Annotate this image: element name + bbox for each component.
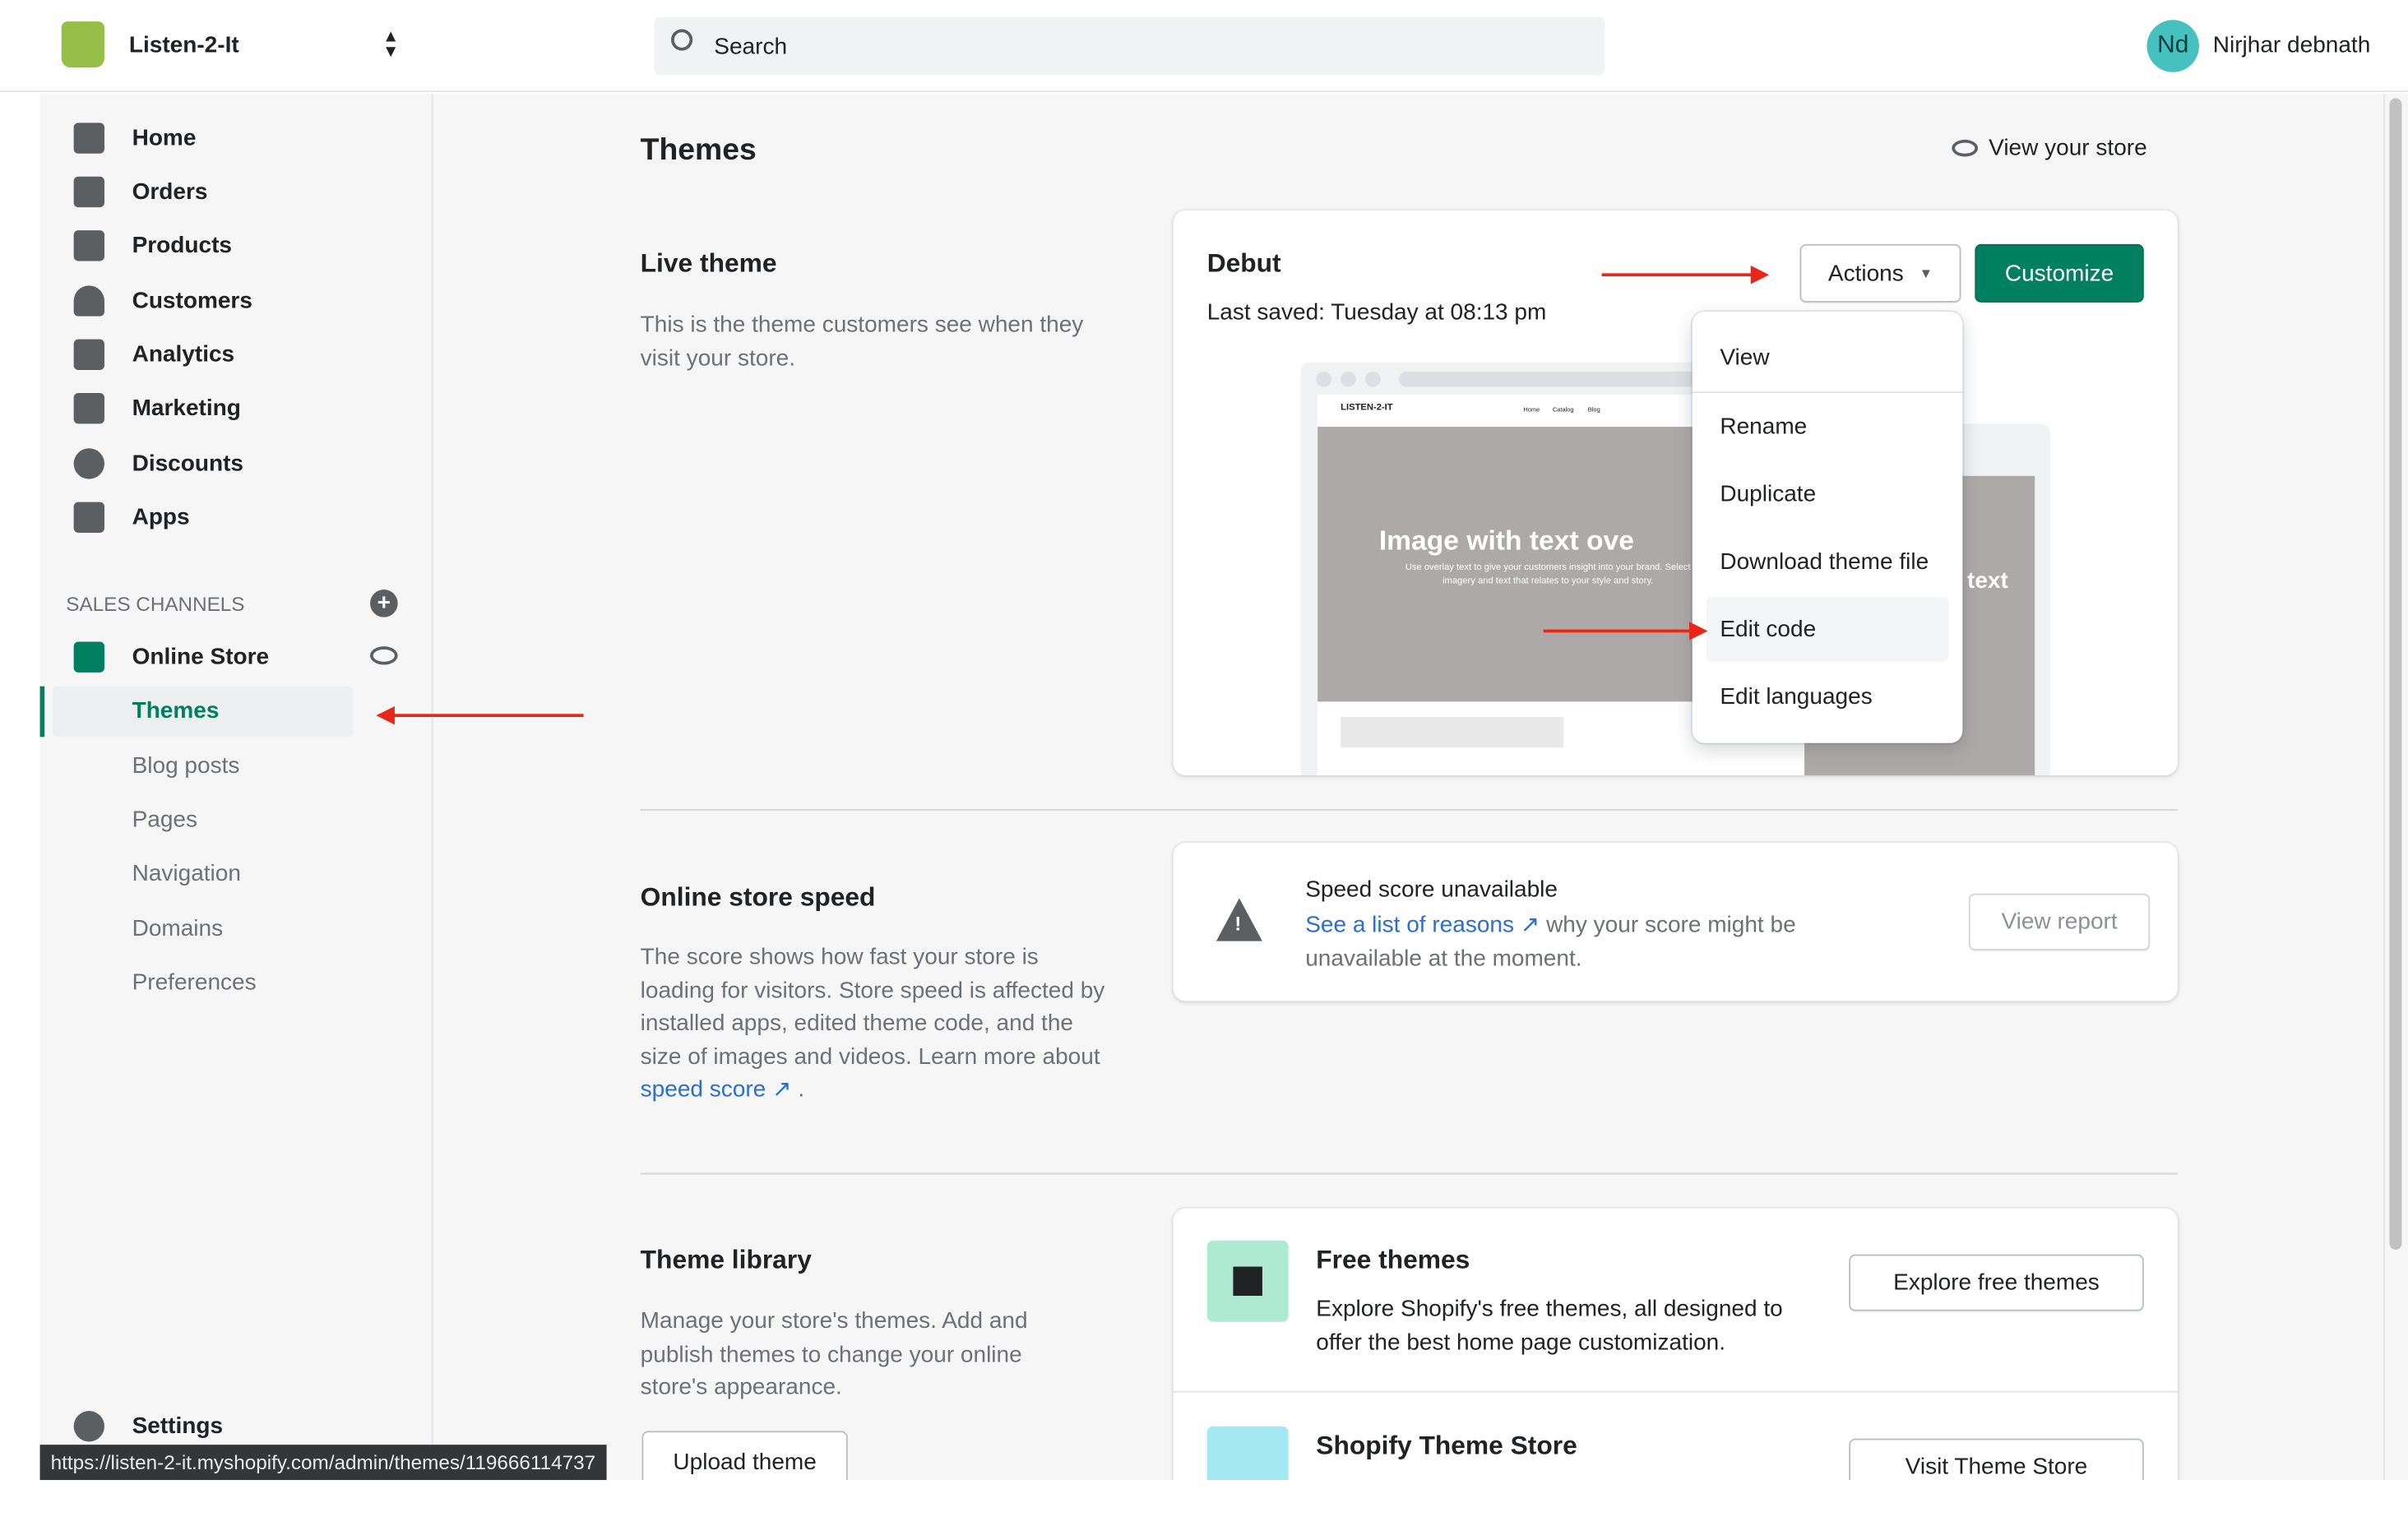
theme-store-title: Shopify Theme Store (1316, 1431, 1577, 1460)
menu-divider (1692, 391, 1963, 394)
window-dot (1365, 371, 1381, 387)
speed-description-text: The score shows how fast your store is l… (640, 944, 1105, 1070)
preview-hero-title: Image with text ove (1378, 525, 1634, 556)
actions-menu (1692, 312, 1963, 743)
sidebar-label: Online Store (132, 644, 270, 671)
apps-icon (73, 502, 104, 533)
explore-free-themes-button[interactable]: Explore free themes (1849, 1254, 2144, 1311)
sidebar-sub-pages[interactable]: Pages (132, 807, 197, 833)
annotation-arrow-edit-code (1543, 622, 1708, 640)
search-input[interactable]: Search (654, 16, 1605, 76)
preview-hero-text: Use overlay text to give your customers … (1405, 563, 1691, 587)
live-theme-description: This is the theme customers see when the… (640, 312, 1084, 371)
sidebar-sub-themes[interactable]: Themes (132, 698, 220, 724)
home-icon (73, 123, 104, 154)
warning-exclamation: ! (1234, 912, 1242, 936)
free-themes-title: Free themes (1316, 1245, 1470, 1274)
theme-name: Debut (1206, 248, 1281, 278)
annotation-arrow-themes (376, 705, 584, 725)
preview-nav: Home (1523, 405, 1540, 414)
active-indicator (39, 686, 45, 738)
sidebar-label: Settings (132, 1413, 224, 1440)
menu-item-download-theme-file[interactable]: Download theme file (1720, 549, 1929, 576)
menu-item-rename[interactable]: Rename (1720, 414, 1807, 440)
customize-button[interactable]: Customize (1975, 243, 2144, 303)
speed-score-link[interactable]: speed score (641, 1076, 766, 1103)
eye-icon[interactable] (370, 646, 398, 665)
page-title: Themes (640, 133, 757, 168)
orders-icon (73, 176, 104, 208)
external-link-icon: ↗ (1520, 912, 1540, 938)
view-store-label: View your store (1989, 135, 2147, 162)
period: . (798, 1075, 805, 1103)
theme-library-heading: Theme library (640, 1245, 812, 1274)
sidebar-label: Discounts (132, 451, 243, 477)
preview-nav: Blog (1587, 405, 1600, 414)
page-bottom (0, 1480, 2408, 1526)
mobile-hero-title: text (1967, 567, 2008, 594)
speed-reasons: See a list of reasons ↗ why your score m… (1305, 909, 1858, 974)
sidebar-label: Orders (132, 178, 208, 206)
section-divider (640, 1172, 2178, 1175)
menu-item-edit-code[interactable]: Edit code (1720, 617, 1816, 643)
window-dot (1341, 371, 1356, 387)
gear-icon (73, 1411, 104, 1442)
store-name[interactable]: Listen-2-It (129, 32, 239, 58)
user-name[interactable]: Nirjhar debnath (2213, 32, 2371, 58)
menu-item-duplicate[interactable]: Duplicate (1720, 481, 1816, 507)
free-themes-icon (1206, 1240, 1289, 1322)
section-divider (640, 809, 2178, 811)
menu-item-edit-languages[interactable]: Edit languages (1720, 684, 1872, 710)
free-themes-description: Explore Shopify's free themes, all desig… (1316, 1296, 1783, 1355)
theme-library-description: Manage your store's themes. Add and publ… (640, 1307, 1028, 1400)
actions-label: Actions (1827, 260, 1904, 287)
sidebar-sub-domains[interactable]: Domains (132, 916, 224, 942)
discount-icon (73, 448, 104, 479)
eye-icon (1952, 139, 1979, 157)
megaphone-icon (73, 393, 104, 424)
bar-chart-icon (73, 339, 104, 371)
external-link-icon: ↗ (772, 1075, 792, 1103)
sidebar-sub-blog-posts[interactable]: Blog posts (132, 753, 240, 779)
preview-nav: Catalog (1552, 405, 1574, 414)
view-store-link[interactable]: View your store (1952, 135, 2147, 162)
search-icon (671, 29, 693, 51)
sidebar-label: Customers (132, 288, 252, 314)
store-icon (73, 641, 104, 673)
sidebar-label: Analytics (132, 341, 235, 368)
menu-item-view[interactable]: View (1720, 345, 1769, 371)
sidebar-label: Products (132, 232, 232, 259)
avatar[interactable]: Nd (2146, 20, 2199, 72)
sidebar-sub-navigation[interactable]: Navigation (132, 861, 241, 887)
speed-description: The score shows how fast your store is l… (641, 941, 1109, 1107)
tag-icon (73, 230, 104, 261)
shopify-logo-icon (61, 21, 104, 68)
store-switcher-chevron-icon[interactable]: ▲ ▼ (382, 29, 399, 61)
sales-channels-heading: SALES CHANNELS (66, 592, 245, 616)
top-bar: Listen-2-It ▲ ▼ Search Nd Nirjhar debnath (0, 0, 2408, 93)
speed-heading: Online store speed (640, 882, 876, 913)
preview-logo: LISTEN-2-IT (1341, 404, 1393, 414)
reasons-link[interactable]: See a list of reasons (1305, 912, 1514, 938)
scrollbar-thumb[interactable] (2389, 98, 2402, 1250)
window-dot (1316, 371, 1331, 387)
sidebar-sub-preferences[interactable]: Preferences (132, 969, 257, 996)
preview-block (1341, 717, 1563, 748)
speed-status: Speed score unavailable (1305, 876, 1558, 903)
sidebar-label: Marketing (132, 395, 241, 422)
caret-down-icon: ▼ (1919, 266, 1933, 281)
status-bar-url: https://listen-2-it.myshopify.com/admin/… (39, 1445, 607, 1482)
annotation-arrow-actions (1601, 266, 1770, 284)
view-report-button[interactable]: View report (1968, 893, 2151, 950)
live-theme-heading: Live theme (640, 248, 777, 278)
search-placeholder: Search (714, 34, 788, 60)
actions-button[interactable]: Actions ▼ (1799, 243, 1961, 303)
person-icon (73, 285, 104, 317)
card-divider (1173, 1390, 2178, 1393)
sidebar-label: Apps (132, 504, 190, 531)
last-saved: Last saved: Tuesday at 08:13 pm (1206, 299, 1547, 326)
sidebar-label: Home (132, 125, 197, 151)
add-channel-icon[interactable]: + (370, 590, 398, 617)
